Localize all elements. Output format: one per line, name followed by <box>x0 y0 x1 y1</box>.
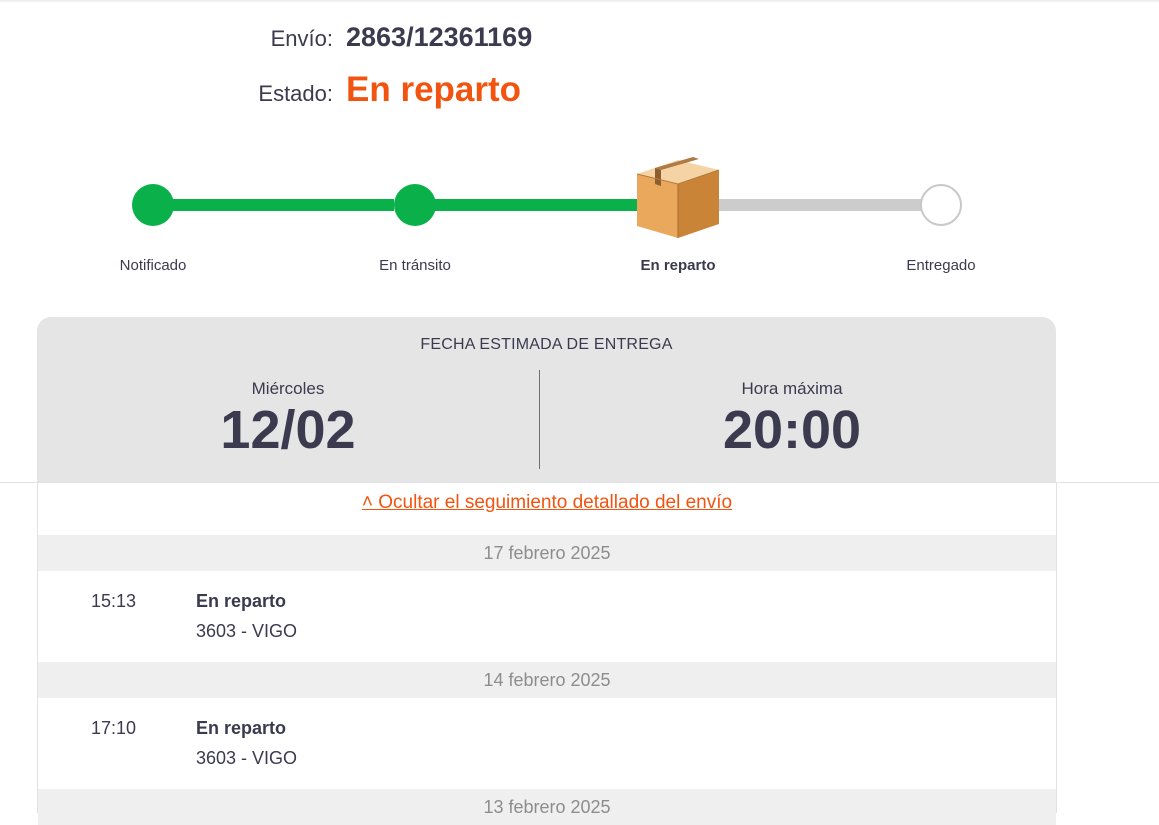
shipment-number-row: Envío: 2863/12361169 <box>0 22 533 53</box>
event-location: 3603 - VIGO <box>196 748 298 768</box>
max-hour-label: Hora máxima <box>741 379 843 398</box>
shipment-number-value: 2863/12361169 <box>346 22 533 52</box>
step-label-entregado: Entregado <box>906 257 976 274</box>
shipment-status-value: En reparto <box>346 70 522 109</box>
date-group-header: 17 febrero 2025 <box>38 535 1056 571</box>
shipment-number-label: Envío: <box>270 26 333 51</box>
progress-segment-2 <box>434 199 644 211</box>
tracking-event: 17:10 En reparto 3603 - VIGO <box>38 698 1056 788</box>
card-divider <box>539 370 540 469</box>
step-dot-notificado <box>132 184 174 226</box>
event-time: 17:10 <box>91 718 137 738</box>
step-label-en-reparto: En reparto <box>640 257 716 274</box>
estimated-day-label: Miércoles <box>251 379 325 398</box>
shipment-status-row: Estado: En reparto <box>0 70 521 110</box>
date-group-header: 14 febrero 2025 <box>38 662 1056 698</box>
estimated-date-value: 12/02 <box>220 400 356 460</box>
event-time: 15:13 <box>91 591 137 611</box>
step-label-notificado: Notificado <box>119 257 187 274</box>
hide-detail-link[interactable]: ˄ Ocultar el seguimiento detallado del e… <box>38 492 1056 514</box>
estimated-delivery-card: FECHA ESTIMADA DE ENTREGA Miércoles 12/0… <box>37 317 1056 483</box>
package-box-icon <box>636 157 720 238</box>
estimated-delivery-title: FECHA ESTIMADA DE ENTREGA <box>420 336 673 353</box>
max-hour-value: 20:00 <box>722 400 862 460</box>
max-hour-column: Hora máxima 20:00 <box>592 379 992 459</box>
estimated-date-column: Miércoles 12/02 <box>88 379 488 459</box>
event-status: En reparto <box>196 718 287 738</box>
event-location: 3603 - VIGO <box>196 621 298 641</box>
tracking-detail-panel: ˄ Ocultar el seguimiento detallado del e… <box>37 483 1057 825</box>
step-label-en-transito: En tránsito <box>379 257 451 274</box>
step-dot-entregado <box>920 184 962 226</box>
top-shadow <box>0 0 1159 3</box>
date-group-header: 13 febrero 2025 <box>38 789 1056 825</box>
progress-segment-3 <box>712 199 926 211</box>
step-dot-en-transito <box>394 184 436 226</box>
event-status: En reparto <box>196 591 287 611</box>
progress-segment-1 <box>172 199 394 211</box>
shipment-status-label: Estado: <box>258 81 333 106</box>
tracking-event: 15:13 En reparto 3603 - VIGO <box>38 571 1056 661</box>
